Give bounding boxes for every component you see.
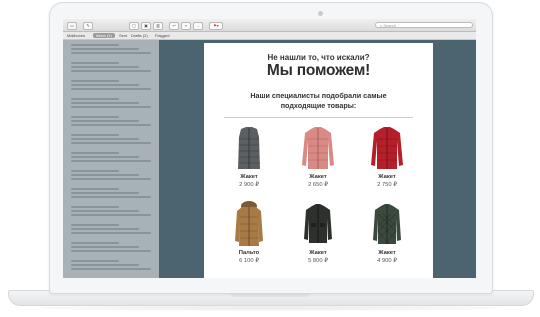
favorites-mailboxes[interactable]: Mailboxes: [67, 33, 85, 38]
product-price: 2 750 ₽: [377, 182, 397, 188]
email-question: Не нашли то, что искали?: [267, 53, 370, 62]
mail-toolbar: ▭ ✎ ▢ ▣ ▥ ↩ « → ⚑▾ ⌕ Search: [63, 19, 476, 32]
reply-icon[interactable]: ↩: [169, 22, 179, 30]
favorites-sent[interactable]: Sent: [119, 33, 127, 38]
mail-app-window: ▭ ✎ ▢ ▣ ▥ ↩ « → ⚑▾ ⌕ Search Mailboxes In…: [63, 19, 476, 278]
product-price: 5 800 ₽: [308, 258, 328, 264]
product-card[interactable]: Жакет 5 800 ₽: [288, 201, 348, 264]
flag-icon[interactable]: ⚑▾: [209, 22, 223, 30]
camera-icon: [318, 11, 323, 16]
junk-icon[interactable]: ▥: [153, 22, 163, 30]
product-card[interactable]: Жакет 2 900 ₽: [219, 125, 279, 188]
product-price: 6 100 ₽: [239, 258, 259, 264]
brown-parka-image[interactable]: [219, 201, 279, 247]
email-body: Не нашли то, что искали? Мы поможем! Наш…: [204, 43, 433, 278]
black-field-jacket-image[interactable]: [288, 201, 348, 247]
divider: [224, 117, 413, 118]
forward-icon[interactable]: →: [193, 22, 203, 30]
product-name: Жакет: [378, 250, 396, 256]
product-card[interactable]: Жакет 4 900 ₽: [357, 201, 417, 264]
green-quilted-jacket-image[interactable]: [357, 201, 417, 247]
product-name: Пальто: [238, 250, 260, 256]
favorites-bar: Mailboxes Inbox (1) Sent Drafts (2) Flag…: [63, 32, 476, 40]
reply-all-icon[interactable]: «: [181, 22, 191, 30]
mailbox-icon[interactable]: ▢: [129, 22, 139, 30]
product-name: Жакет: [309, 250, 327, 256]
trash-icon[interactable]: ▣: [141, 22, 151, 30]
product-card[interactable]: Жакет 2 750 ₽: [357, 125, 417, 188]
product-card[interactable]: Жакет 2 650 ₽: [288, 125, 348, 188]
product-card[interactable]: Пальто 6 100 ₽: [219, 201, 279, 264]
search-input[interactable]: ⌕ Search: [375, 22, 473, 28]
product-price: 2 650 ₽: [308, 182, 328, 188]
pink-down-jacket-image[interactable]: [288, 125, 348, 171]
favorites-flagged[interactable]: Flagged: [155, 33, 169, 38]
red-down-jacket-image[interactable]: [357, 125, 417, 171]
product-name: Жакет: [309, 174, 327, 180]
compose-icon[interactable]: ✎: [83, 22, 93, 30]
product-price: 4 900 ₽: [377, 258, 397, 264]
message-list[interactable]: [63, 40, 159, 278]
grey-puffer-vest-image[interactable]: [219, 125, 279, 171]
product-price: 2 900 ₽: [239, 182, 259, 188]
product-name: Жакет: [240, 174, 258, 180]
favorites-drafts[interactable]: Drafts (2): [131, 33, 148, 38]
product-name: Жакет: [378, 174, 396, 180]
search-placeholder: Search: [383, 23, 397, 28]
favorites-inbox[interactable]: Inbox (1): [93, 33, 115, 38]
message-list-overlay: [63, 40, 159, 278]
sidebar-toggle-icon[interactable]: ▭: [67, 22, 77, 30]
email-headline: Мы поможем!: [266, 62, 371, 79]
email-subheading: Наши специалисты подобрали самые подходя…: [250, 91, 387, 110]
